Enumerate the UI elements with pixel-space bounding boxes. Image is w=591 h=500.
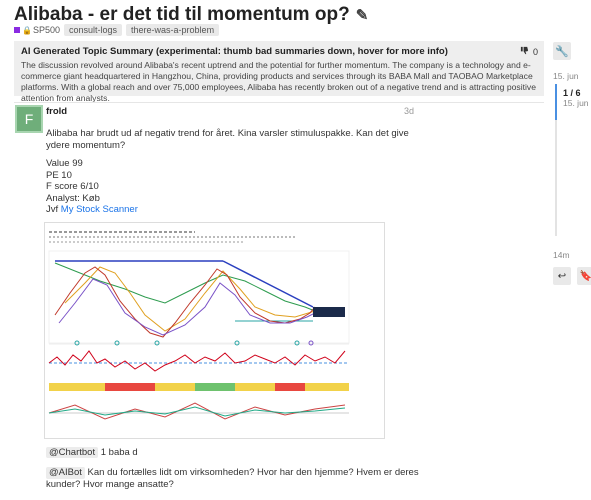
aibot-line: @AIBot Kan du fortælles lidt om virksomh… <box>46 467 419 490</box>
summary-votes: 0 <box>520 46 538 57</box>
post-author[interactable]: frold <box>46 106 67 117</box>
timeline-position-date: 15. jun <box>563 98 589 108</box>
pencil-icon[interactable]: ✎ <box>356 6 369 24</box>
bookmark-icon[interactable]: 🔖 <box>577 267 591 285</box>
post-divider <box>14 102 544 103</box>
tag-consult-logs[interactable]: consult-logs <box>64 24 123 36</box>
thumb-count: 0 <box>532 46 538 57</box>
stat-pe: PE 10 <box>46 169 72 181</box>
summary-heading: AI Generated Topic Summary (experimental… <box>21 46 448 57</box>
topic-meta: 🔒 SP500 consult-logs there-was-a-problem <box>14 24 220 36</box>
post-body: Alibaba har brudt ud af negativ trend fo… <box>46 128 426 216</box>
timeline-end-label[interactable]: 14m <box>553 250 570 260</box>
thumbs-down-icon[interactable] <box>520 46 529 57</box>
stock-chart-image[interactable] <box>44 222 385 439</box>
avatar[interactable]: F <box>15 105 43 133</box>
category-color-square <box>14 27 20 33</box>
chartbot-mention[interactable]: @Chartbot <box>46 447 99 458</box>
post-age[interactable]: 3d <box>404 106 414 116</box>
post-intro: Alibaba har brudt ud af negativ trend fo… <box>46 128 409 151</box>
aibot-mention[interactable]: @AIBot <box>46 467 85 479</box>
chart-graphic <box>45 223 384 438</box>
topic-title: Alibaba - er det tid til momentum op? ✎ <box>14 4 369 25</box>
stock-scanner-link[interactable]: My Stock Scanner <box>61 204 138 215</box>
stat-fscore: F score 6/10 <box>46 181 99 192</box>
lock-icon: 🔒 <box>22 25 32 35</box>
summary-text: The discussion revolved around Alibaba's… <box>21 60 536 103</box>
chartbot-line: @Chartbot 1 baba d <box>46 447 138 458</box>
timeline-start-date[interactable]: 15. jun <box>553 71 579 81</box>
wrench-icon[interactable]: 🔧 <box>553 42 571 60</box>
timeline-position: 1 / 6 <box>563 88 581 98</box>
jvf-line: Jvf My Stock Scanner <box>46 204 138 215</box>
stat-value: Value 99 <box>46 158 83 169</box>
category-badge[interactable]: 🔒 SP500 <box>14 25 60 35</box>
reply-icon[interactable]: ↩ <box>553 267 571 285</box>
ai-summary-box: AI Generated Topic Summary (experimental… <box>14 41 544 103</box>
timeline-handle[interactable] <box>555 84 557 120</box>
tag-there-was-a-problem[interactable]: there-was-a-problem <box>126 24 220 36</box>
stat-analyst: Analyst: Køb <box>46 192 100 204</box>
